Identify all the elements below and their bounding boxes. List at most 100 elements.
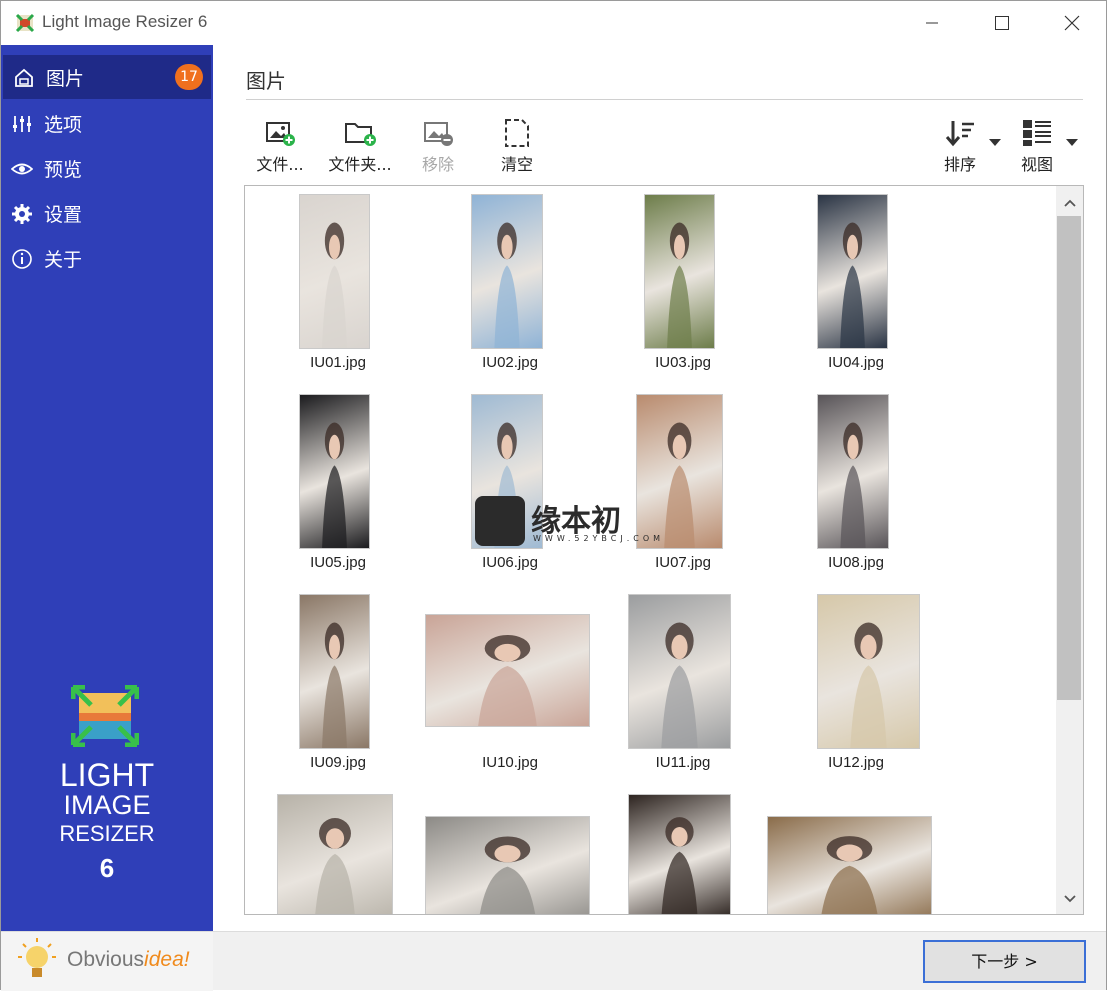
image-thumbnail (299, 394, 370, 549)
image-thumbnail-item[interactable] (425, 794, 595, 914)
image-thumbnail-item[interactable]: IU02.jpg (425, 194, 595, 384)
minimize-icon (926, 22, 938, 24)
image-thumbnail-item[interactable]: IU09.jpg (253, 594, 423, 784)
info-icon (12, 249, 32, 269)
image-thumbnail-item[interactable] (253, 794, 423, 914)
photo-figure-icon (315, 818, 355, 914)
photo-figure-icon (661, 817, 698, 914)
image-thumbnail (817, 394, 889, 549)
chevron-down-icon (1064, 895, 1076, 903)
image-thumbnail (628, 794, 731, 914)
sidebar-item-options[interactable]: 选项 (1, 101, 213, 145)
sidebar-item-settings[interactable]: 设置 (1, 191, 213, 235)
app-logo-icon (15, 13, 35, 33)
lightbulb-icon (18, 938, 56, 977)
photo-figure-icon (322, 422, 347, 548)
photo-figure-icon (322, 222, 347, 348)
view-label: 视图 (1020, 155, 1053, 174)
sidebar: 图片 17 选项 预览 设置 关于 LIGHT IMAGE RESIZER 6 (1, 45, 213, 931)
photo-figure-icon (840, 422, 866, 548)
brand-text-obvious: Obvious (67, 948, 145, 971)
image-thumbnail (299, 194, 370, 349)
image-thumbnail (817, 194, 888, 349)
eye-icon (11, 163, 33, 175)
image-count-badge: 17 (175, 64, 203, 90)
image-thumbnail (628, 594, 731, 749)
brand-text-idea: idea! (144, 948, 190, 971)
image-thumbnail (277, 794, 393, 914)
image-thumbnail-item[interactable]: IU03.jpg (598, 194, 768, 384)
image-thumbnail-item[interactable]: IU01.jpg (253, 194, 423, 384)
brand-text: Obviousidea! (67, 948, 190, 972)
image-filename-label: IU03.jpg (655, 354, 711, 371)
product-logo-icon (71, 685, 139, 747)
clear-button[interactable]: 清空 (491, 117, 543, 177)
sliders-icon (13, 116, 31, 132)
scroll-down-button[interactable] (1056, 886, 1083, 912)
image-filename-label: IU08.jpg (828, 554, 884, 571)
photo-figure-icon (840, 222, 865, 348)
sort-label: 排序 (943, 155, 976, 174)
scroll-up-button[interactable] (1056, 190, 1083, 216)
image-thumbnail-item[interactable]: IU12.jpg (771, 594, 941, 784)
photo-figure-icon (667, 222, 692, 348)
image-thumbnail-item[interactable]: IU08.jpg (771, 394, 941, 584)
image-filename-label: IU09.jpg (310, 754, 366, 771)
scrollbar-thumb[interactable] (1057, 216, 1081, 700)
image-thumbnail-item[interactable]: IU07.jpg (598, 394, 768, 584)
clear-label: 清空 (500, 155, 533, 174)
sort-icon (945, 121, 974, 147)
image-thumbnail-item[interactable]: IU10.jpg (425, 594, 595, 784)
image-thumbnail (767, 816, 932, 914)
add-files-label: 文件... (256, 155, 304, 174)
window-title: Light Image Resizer 6 (42, 12, 208, 31)
photo-figure-icon (479, 836, 536, 914)
add-files-button[interactable]: 文件... (249, 117, 311, 177)
chevron-up-icon (1064, 199, 1076, 207)
image-thumbnail (644, 194, 715, 349)
image-thumbnail-item[interactable]: IU11.jpg (598, 594, 768, 784)
image-filename-label: IU11.jpg (655, 754, 711, 771)
image-thumbnail (425, 614, 590, 727)
add-folder-button[interactable]: 文件夹... (327, 117, 393, 177)
image-thumbnail-item[interactable] (598, 794, 768, 914)
sidebar-item-label: 选项 (44, 114, 83, 136)
image-thumbnail (817, 594, 920, 749)
view-dropdown-chevron-icon[interactable] (1066, 139, 1078, 146)
logo-text-resizer: RESIZER (59, 821, 155, 846)
watermark-logo-icon (475, 496, 525, 546)
view-button[interactable]: 视图 (1014, 117, 1060, 177)
photo-figure-icon (850, 622, 887, 748)
close-button[interactable] (1037, 1, 1107, 45)
home-icon (15, 68, 33, 87)
image-filename-label: IU04.jpg (828, 354, 884, 371)
sidebar-item-label: 设置 (44, 204, 83, 226)
maximize-button[interactable] (967, 1, 1037, 45)
page-title: 图片 (246, 69, 286, 93)
next-button[interactable]: 下一步 > (923, 940, 1086, 983)
sort-button[interactable]: 排序 (937, 117, 983, 177)
image-thumbnail-item[interactable]: IU06.jpg (425, 394, 595, 584)
obviousidea-brand[interactable]: Obviousidea! (1, 931, 213, 991)
photo-figure-icon (821, 836, 878, 914)
vertical-scrollbar[interactable] (1056, 186, 1083, 914)
sort-dropdown-chevron-icon[interactable] (989, 139, 1001, 146)
watermark-subtext: WWW.52YBCJ.COM (533, 534, 665, 543)
image-thumbnail-item[interactable]: IU05.jpg (253, 394, 423, 584)
logo-text-light: LIGHT (59, 757, 155, 793)
sidebar-item-images[interactable]: 图片 17 (3, 55, 211, 99)
sidebar-item-label: 预览 (44, 159, 83, 181)
sidebar-item-about[interactable]: 关于 (1, 236, 213, 280)
minimize-button[interactable] (897, 1, 967, 45)
remove-label: 移除 (421, 155, 454, 174)
image-thumbnail-item[interactable]: IU04.jpg (771, 194, 941, 384)
sidebar-item-label: 关于 (44, 249, 83, 271)
view-list-icon (1023, 120, 1051, 146)
remove-button[interactable]: 移除 (409, 117, 467, 177)
sidebar-item-preview[interactable]: 预览 (1, 146, 213, 190)
image-filename-label: IU05.jpg (310, 554, 366, 571)
logo-text-version: 6 (99, 853, 115, 883)
image-filename-label: IU02.jpg (482, 354, 538, 371)
image-thumbnail (425, 816, 590, 914)
image-thumbnail-item[interactable] (767, 794, 941, 914)
